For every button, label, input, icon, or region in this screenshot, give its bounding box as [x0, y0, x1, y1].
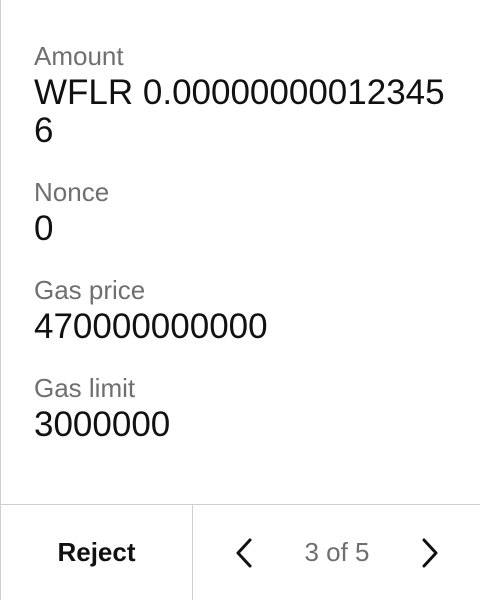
- gas-limit-value: 3000000: [34, 405, 171, 444]
- nonce-field: Nonce 0: [34, 176, 460, 248]
- nonce-label: Nonce: [34, 177, 110, 207]
- amount-label: Amount: [34, 41, 124, 71]
- chevron-left-icon: [236, 538, 252, 567]
- amount-field: Amount WFLR 0.000000000123456: [34, 40, 460, 150]
- pagination: 3 of 5: [193, 505, 480, 600]
- amount-value: WFLR 0.000000000123456: [34, 73, 445, 150]
- page-indicator: 3 of 5: [304, 537, 370, 567]
- nonce-value: 0: [34, 209, 54, 248]
- reject-button[interactable]: Reject: [1, 505, 193, 600]
- action-bar: Reject 3 of 5: [1, 504, 480, 600]
- gas-price-field: Gas price 470000000000: [34, 274, 460, 346]
- chevron-right-icon: [422, 538, 438, 567]
- transaction-review-panel: Amount WFLR 0.000000000123456 Nonce 0 Ga…: [0, 0, 480, 600]
- gas-limit-field: Gas limit 3000000: [34, 372, 460, 444]
- gas-price-value: 470000000000: [34, 307, 268, 346]
- transaction-details: Amount WFLR 0.000000000123456 Nonce 0 Ga…: [34, 40, 460, 444]
- gas-price-label: Gas price: [34, 275, 146, 305]
- next-page-button[interactable]: [413, 533, 447, 573]
- gas-limit-label: Gas limit: [34, 373, 136, 403]
- previous-page-button[interactable]: [227, 533, 261, 573]
